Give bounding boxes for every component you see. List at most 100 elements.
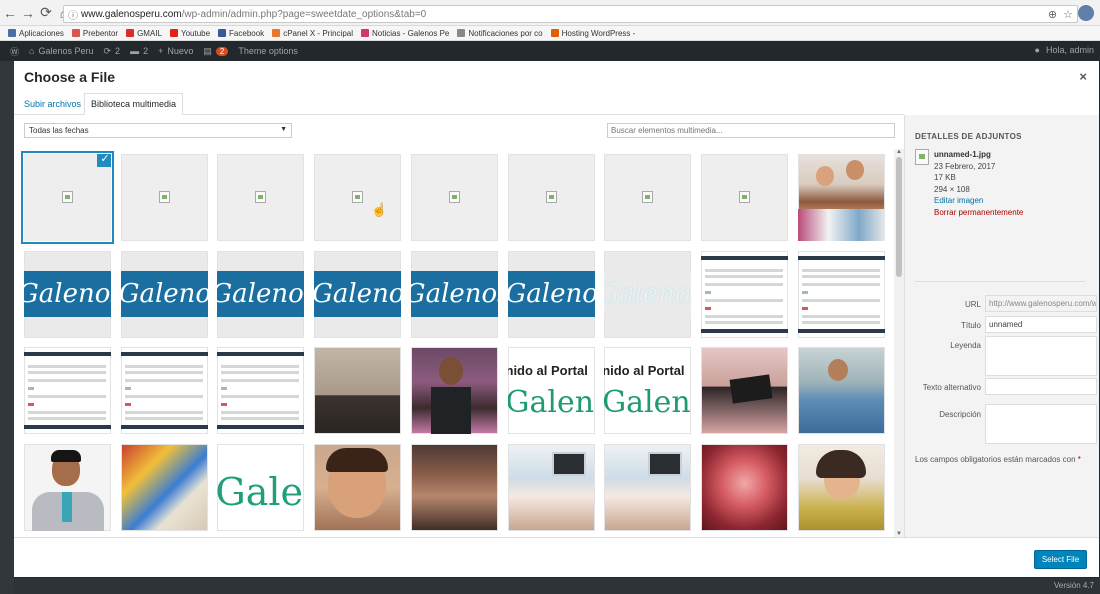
attachment-tile[interactable]: Galenos	[314, 250, 402, 338]
forward-icon[interactable]: →	[20, 5, 36, 21]
tab-upload[interactable]: Subir archivos	[18, 93, 87, 115]
thumbnail-detail	[221, 365, 300, 368]
attachment-tile[interactable]	[314, 154, 402, 241]
reload-icon[interactable]: ⟳	[38, 4, 54, 21]
attachment-tile[interactable]	[120, 443, 208, 531]
attachment-tile[interactable]	[217, 347, 305, 434]
attachment-tile[interactable]: Galenos	[24, 250, 111, 338]
scroll-up-icon[interactable]: ▲	[896, 149, 902, 155]
account-greeting[interactable]: Hola, admin	[1046, 45, 1094, 55]
thumbnail-detail	[704, 282, 783, 286]
attachment-tile[interactable]: Galenos	[120, 250, 208, 338]
wp-logo-icon[interactable]: Ⓦ	[10, 45, 19, 58]
checkmark-icon[interactable]: ✓	[97, 154, 111, 167]
updates-link[interactable]: ⟳ 2	[104, 46, 121, 57]
url-field[interactable]: http://www.galenosperu.com/w	[985, 295, 1097, 312]
date-filter-select[interactable]: Todas las fechas ▼	[24, 123, 292, 138]
thumbnail-detail	[648, 451, 683, 476]
caption-field[interactable]	[985, 336, 1097, 376]
thumbnail-detail	[797, 328, 885, 333]
thumbnail-detail	[28, 411, 106, 414]
attachment-tile[interactable]: Galenos	[217, 250, 305, 338]
notifications-link[interactable]: ▤ 2	[203, 46, 229, 57]
attachment-size: 17 KB	[934, 173, 956, 182]
thumbnail-detail	[28, 395, 106, 398]
close-icon[interactable]: ×	[1079, 69, 1087, 84]
thumbnail-detail	[124, 365, 203, 368]
attachment-tile[interactable]	[700, 443, 788, 531]
scrollbar-thumb[interactable]	[896, 157, 902, 277]
title-field[interactable]: unnamed	[985, 316, 1097, 333]
attachment-tile[interactable]	[24, 347, 111, 434]
galen-text: Galen	[217, 469, 304, 514]
attachment-tile[interactable]	[700, 347, 788, 434]
attachment-tile[interactable]: ✓	[24, 154, 111, 241]
bookmark-favicon-icon	[71, 29, 80, 37]
zoom-icon[interactable]: ⊕	[1048, 8, 1057, 21]
media-search-input[interactable]	[607, 123, 895, 138]
attachment-tile[interactable]	[797, 347, 885, 434]
alt-text-field[interactable]	[985, 378, 1097, 395]
date-filter-value: Todas las fechas	[29, 126, 89, 135]
modal-title: Choose a File	[24, 69, 116, 85]
tab-media-library[interactable]: Biblioteca multimedia	[84, 93, 184, 115]
bookmark-label: Youtube	[180, 28, 211, 38]
attachment-tile[interactable]	[507, 154, 595, 241]
thumbnail-detail	[124, 387, 131, 390]
thumbnail-detail	[124, 411, 203, 414]
bookmark-item[interactable]: Prebentor	[71, 29, 118, 38]
theme-options-link[interactable]: Theme options	[238, 46, 298, 56]
attachment-tile[interactable]	[410, 347, 498, 434]
bookmark-item[interactable]: Aplicaciones	[8, 29, 64, 38]
delete-permanently-link[interactable]: Borrar permanentemente	[934, 207, 1023, 219]
attachment-tile[interactable]	[120, 154, 208, 241]
attachment-tile[interactable]: Galenos	[507, 250, 595, 338]
attachment-tile[interactable]	[507, 443, 595, 531]
search-icon[interactable]: ●	[1035, 45, 1040, 55]
banner-text: Galenos	[507, 270, 595, 317]
attachment-tile[interactable]	[604, 154, 692, 241]
comments-link[interactable]: ▬ 2	[130, 46, 148, 56]
bookmark-label: Aplicaciones	[19, 28, 64, 38]
thumbnail-detail	[120, 352, 208, 356]
required-fields-note: Los campos obligatorios están marcados c…	[915, 455, 1081, 464]
attachment-tile[interactable]: Galen	[217, 443, 305, 531]
attachment-tile[interactable]	[797, 154, 885, 241]
bookmark-item[interactable]: Hosting WordPress -	[550, 29, 635, 38]
attachment-tile[interactable]	[314, 443, 402, 531]
attachment-tile[interactable]	[24, 443, 111, 531]
media-modal: Choose a File × Subir archivos Bibliotec…	[14, 61, 1099, 577]
star-icon[interactable]: ☆	[1063, 8, 1073, 21]
attachment-tile[interactable]: Galenos	[410, 250, 498, 338]
grid-scrollbar[interactable]: ▲ ▼	[894, 149, 904, 537]
attachment-tile[interactable]	[604, 443, 692, 531]
bookmark-item[interactable]: Notificaciones por co	[457, 28, 543, 38]
attachment-tile[interactable]	[700, 250, 788, 338]
back-icon[interactable]: ←	[2, 5, 18, 21]
bookmark-item[interactable]: GMAIL	[126, 29, 162, 38]
attachment-tile[interactable]	[217, 154, 305, 241]
bookmark-item[interactable]: Youtube	[169, 28, 211, 38]
attachment-tile[interactable]	[700, 154, 788, 241]
attachment-tile[interactable]: Galenos	[604, 250, 692, 338]
description-field[interactable]	[985, 404, 1097, 444]
site-name-link[interactable]: ⌂ Galenos Peru	[29, 46, 93, 56]
extension-icon[interactable]	[1078, 5, 1094, 21]
attachment-tile[interactable]	[120, 347, 208, 434]
bookmark-item[interactable]: Facebook	[218, 29, 264, 38]
attachment-tile[interactable]: nido al Portal Galenos	[507, 347, 595, 434]
new-content-link[interactable]: + Nuevo	[158, 46, 193, 56]
attachment-tile[interactable]	[797, 443, 885, 531]
address-bar[interactable]: ⓘ www.galenosperu.com/wp-admin/admin.php…	[63, 5, 1078, 23]
attachment-tile[interactable]	[410, 443, 498, 531]
bookmark-item[interactable]: Noticias - Galenos Pe	[361, 29, 449, 38]
select-file-button[interactable]: Select File	[1034, 550, 1087, 569]
edit-image-link[interactable]: Editar imagen	[934, 195, 1023, 207]
attachment-tile[interactable]: nido al Portal Galenos	[604, 347, 692, 434]
attachment-tile[interactable]	[410, 154, 498, 241]
bookmark-item[interactable]: cPanel X - Principal	[272, 29, 353, 38]
attachment-tile[interactable]	[797, 250, 885, 338]
attachment-tile[interactable]	[314, 347, 402, 434]
bookmark-label: Notificaciones por co	[468, 28, 543, 38]
thumbnail-detail	[551, 451, 586, 476]
